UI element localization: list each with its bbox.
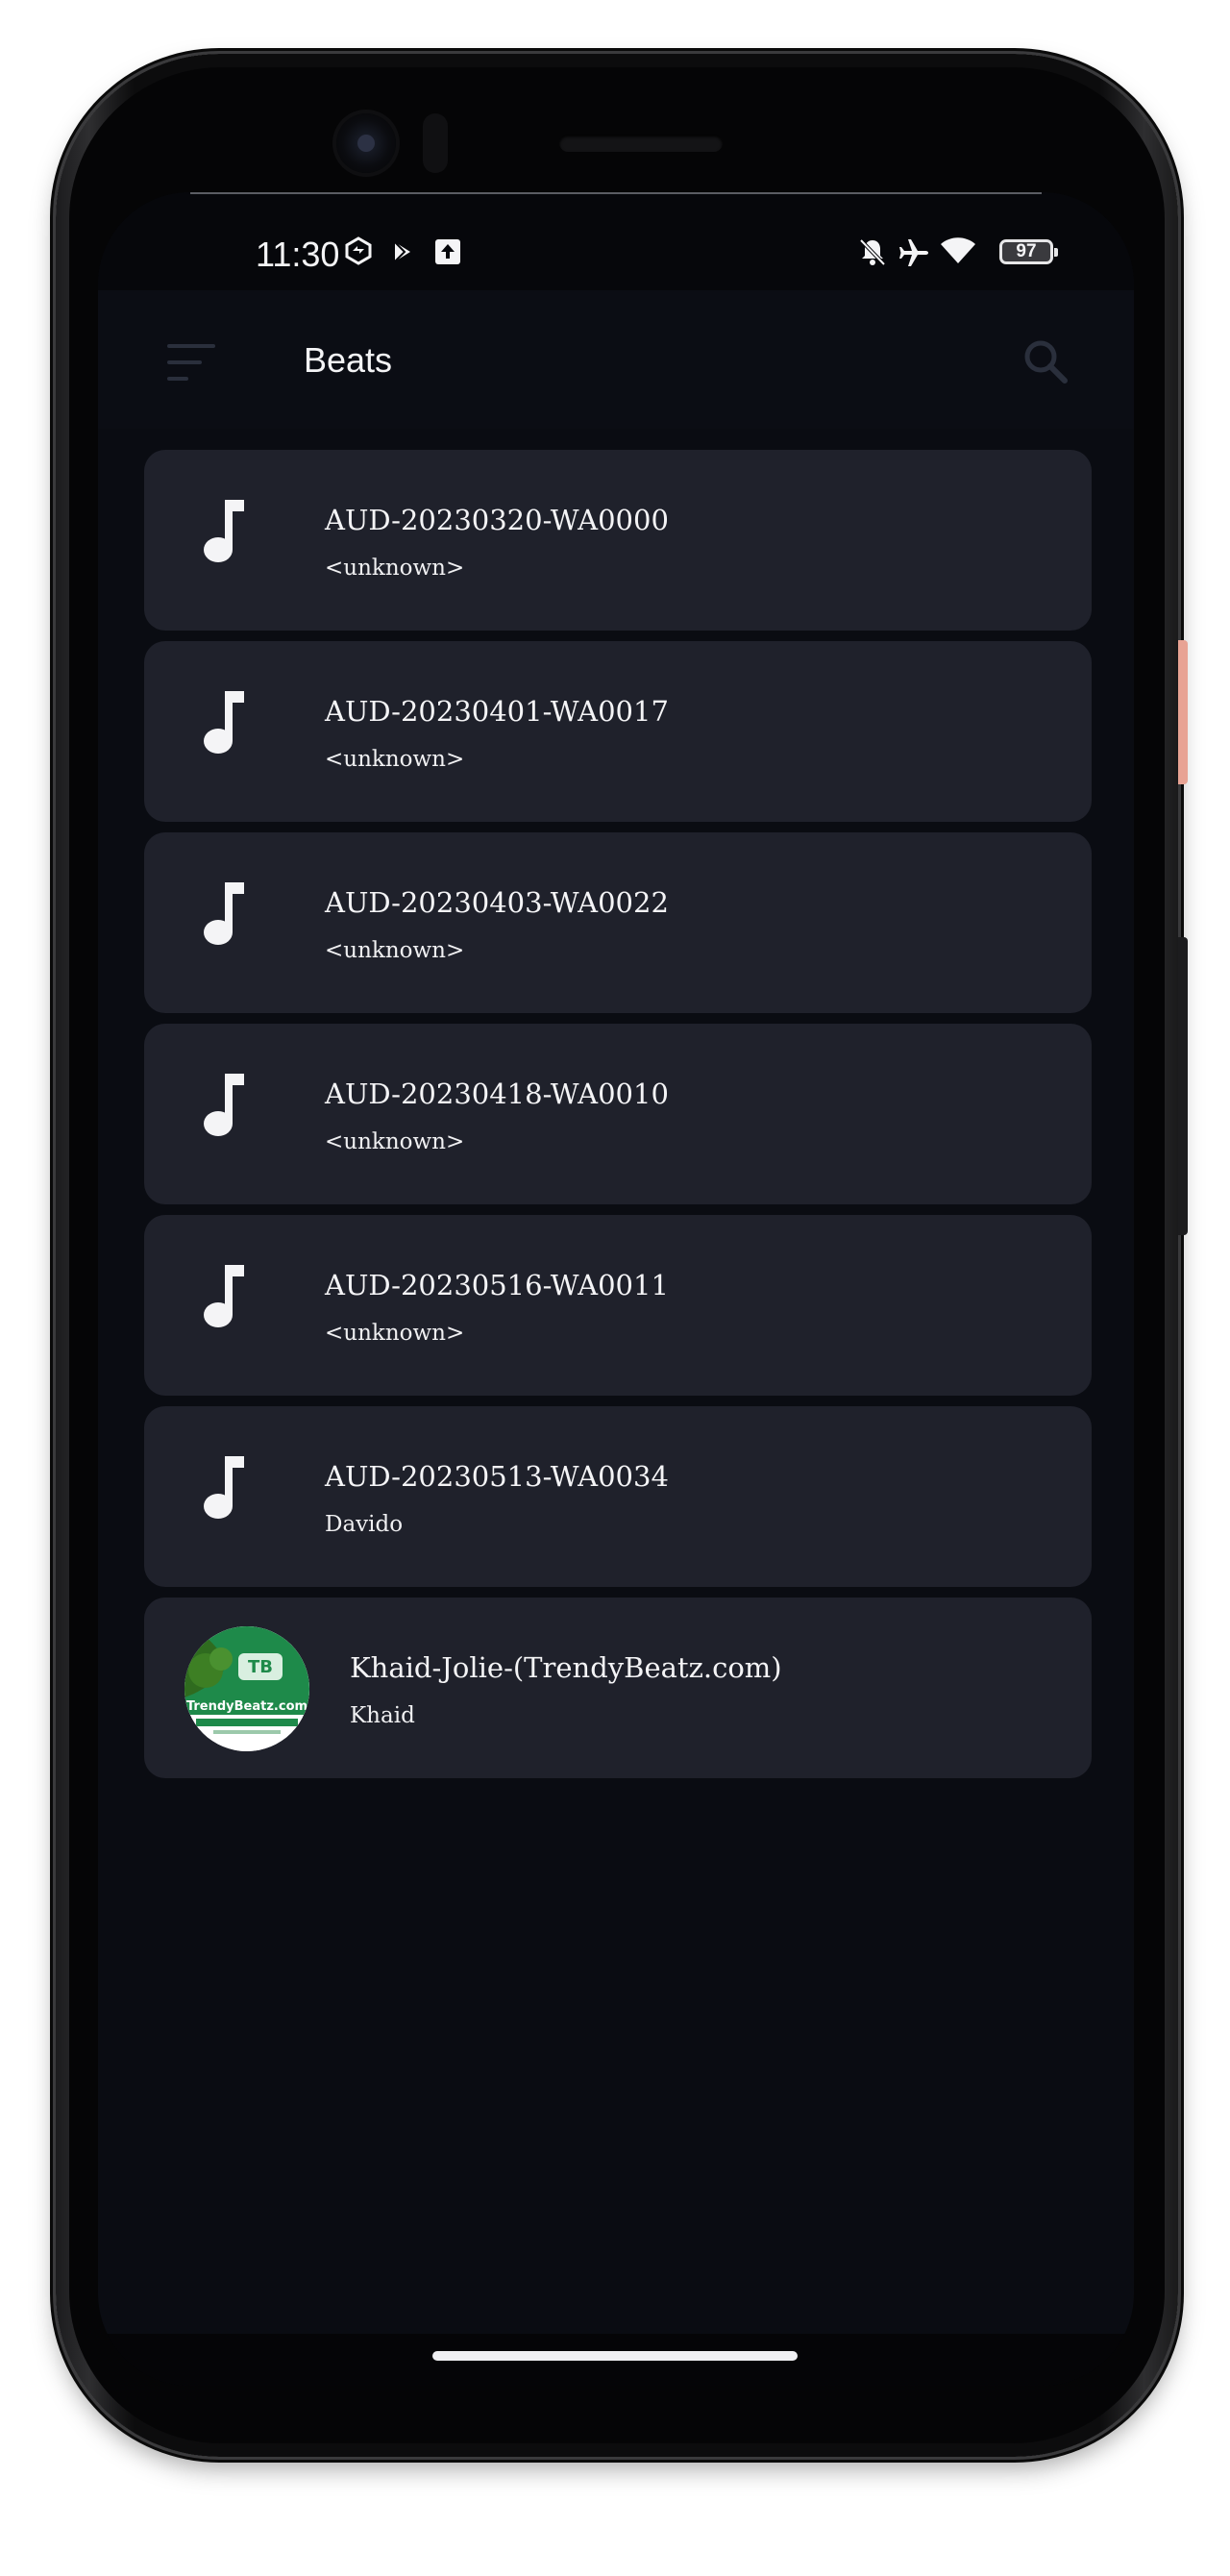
song-artist: Khaid — [350, 1703, 415, 1728]
search-icon[interactable] — [1021, 336, 1070, 386]
song-artist: Davido — [325, 1512, 404, 1537]
airplane-icon — [899, 239, 928, 266]
status-time: 11:30 — [256, 235, 340, 274]
song-list: AUD-20230320-WA0000 <unknown> AUD-202304… — [144, 450, 1092, 1789]
song-title: AUD-20230513-WA0034 — [325, 1460, 669, 1493]
status-bar: 11:30 97 — [98, 192, 1134, 290]
song-title: AUD-20230401-WA0017 — [325, 695, 669, 728]
song-item[interactable]: AUD-20230513-WA0034 Davido — [144, 1406, 1092, 1587]
volume-button — [1178, 937, 1188, 1235]
proximity-sensor — [423, 113, 448, 173]
sort-menu-icon[interactable] — [167, 344, 217, 383]
upload-icon — [435, 239, 460, 264]
music-note-icon — [204, 1265, 244, 1327]
song-title: AUD-20230418-WA0010 — [325, 1077, 669, 1110]
svg-text:TB: TB — [248, 1657, 273, 1677]
album-art-image: TB TrendyBeatz.com — [184, 1626, 309, 1751]
page-title: Beats — [304, 340, 393, 380]
front-camera — [336, 113, 396, 173]
screen-edge — [190, 192, 1042, 194]
song-item[interactable]: TB TrendyBeatz.com Khaid-Jolie-(TrendyBe… — [144, 1598, 1092, 1778]
song-item[interactable]: AUD-20230401-WA0017 <unknown> — [144, 641, 1092, 822]
song-item[interactable]: AUD-20230516-WA0011 <unknown> — [144, 1215, 1092, 1396]
music-note-icon — [204, 500, 244, 562]
song-title: AUD-20230320-WA0000 — [325, 504, 669, 536]
music-note-icon — [204, 1074, 244, 1136]
music-note-icon — [204, 691, 244, 754]
sync-badge-icon — [345, 236, 372, 265]
music-note-icon — [204, 882, 244, 945]
song-item[interactable]: AUD-20230320-WA0000 <unknown> — [144, 450, 1092, 631]
app-bar: Beats — [98, 290, 1134, 429]
song-artist: <unknown> — [325, 1321, 465, 1346]
play-store-icon — [394, 241, 410, 262]
song-artist: <unknown> — [325, 556, 465, 581]
home-indicator[interactable] — [432, 2351, 798, 2361]
power-button — [1178, 640, 1188, 784]
music-note-icon — [204, 1456, 244, 1519]
battery-icon: 97 — [999, 239, 1058, 264]
song-artist: <unknown> — [325, 938, 465, 963]
song-item[interactable]: AUD-20230418-WA0010 <unknown> — [144, 1024, 1092, 1204]
album-art-graphic: TB TrendyBeatz.com — [184, 1626, 309, 1751]
song-title: AUD-20230403-WA0022 — [325, 886, 669, 919]
song-artist: <unknown> — [325, 747, 465, 772]
song-title: Khaid-Jolie-(TrendyBeatz.com) — [350, 1651, 782, 1684]
screen: 11:30 97 Beats AUD-20230320-WA0000 <unkn… — [98, 192, 1134, 2386]
bell-off-icon — [859, 238, 886, 266]
song-title: AUD-20230516-WA0011 — [325, 1269, 669, 1301]
album-art-logo-text: TrendyBeatz.com — [186, 1699, 308, 1714]
song-artist: <unknown> — [325, 1129, 465, 1154]
earpiece-speaker — [559, 135, 723, 152]
song-item[interactable]: AUD-20230403-WA0022 <unknown> — [144, 832, 1092, 1013]
wifi-icon — [941, 237, 975, 263]
